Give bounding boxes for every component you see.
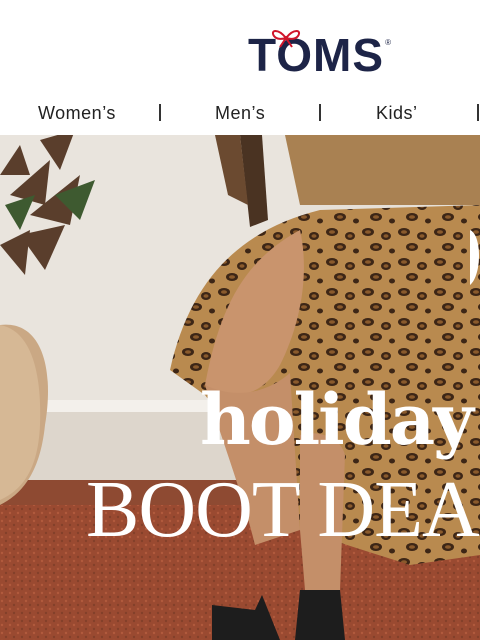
nav-item-mens[interactable]: Men’s	[215, 95, 265, 135]
main-nav: Women’s Men’s Kids’	[0, 95, 480, 135]
toms-logo[interactable]: TOMS ®	[248, 30, 391, 80]
hero-headline-caps: BOOT DEALS	[86, 466, 480, 554]
hero-banner[interactable]: holiday BOOT DEALS	[0, 135, 480, 640]
nav-separator	[159, 104, 161, 121]
nav-separator	[477, 104, 479, 121]
nav-item-womens[interactable]: Women’s	[38, 95, 116, 135]
bow-icon	[272, 30, 300, 48]
hero-headline-script: holiday	[200, 378, 474, 461]
site-header: TOMS ®	[0, 0, 480, 95]
registered-mark: ®	[385, 38, 391, 47]
nav-separator	[319, 104, 321, 121]
nav-item-kids[interactable]: Kids’	[376, 95, 418, 135]
